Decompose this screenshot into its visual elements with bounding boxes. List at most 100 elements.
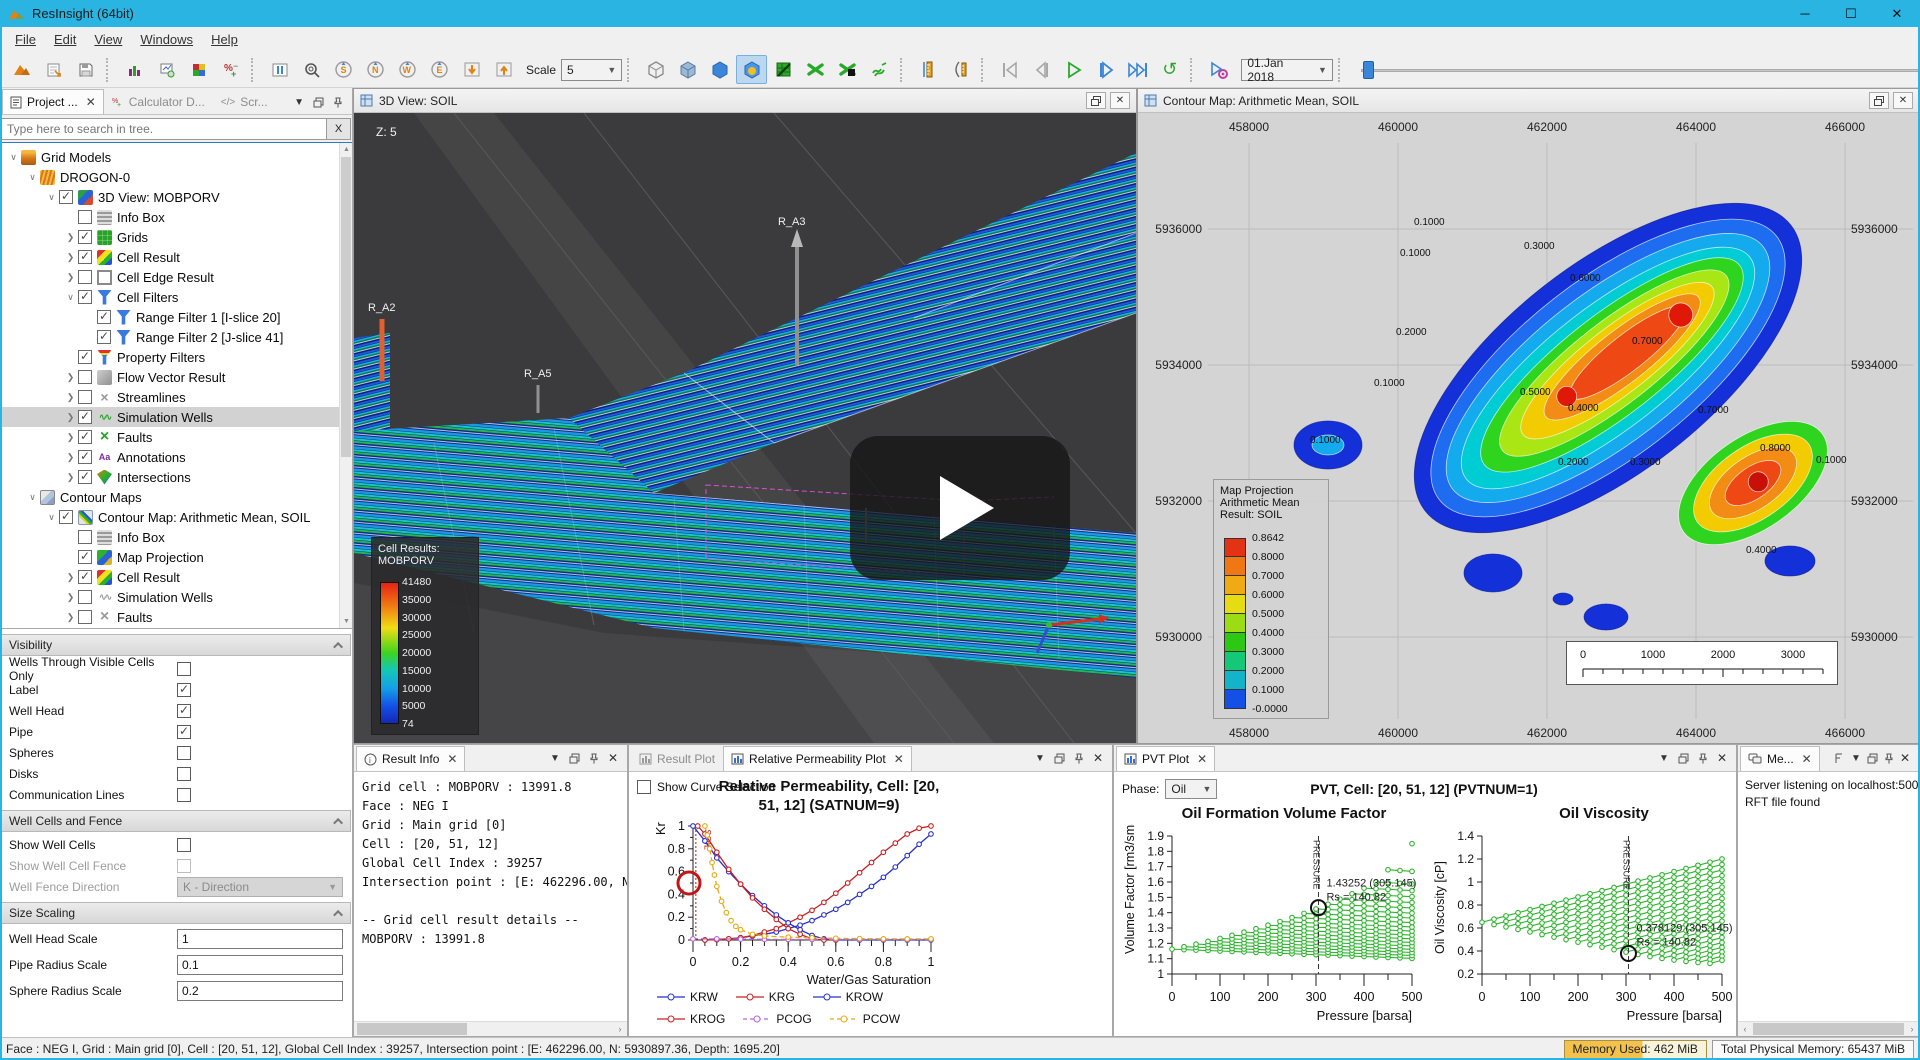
pin-icon[interactable] (1074, 753, 1084, 764)
result-info-hscrollbar[interactable]: › (354, 1021, 627, 1036)
close-tab-icon[interactable]: ✕ (447, 752, 457, 766)
tab-menu-icon[interactable]: ▼ (1851, 753, 1861, 764)
menu-windows[interactable]: Windows (131, 29, 202, 50)
tree-expander-icon[interactable]: ∨ (44, 512, 59, 523)
menu-help[interactable]: Help (202, 29, 247, 50)
tree-item[interactable]: ❯Cell Result (0, 567, 339, 587)
mesh-surface-button[interactable] (672, 55, 703, 84)
section-header[interactable]: Visibility (1, 634, 351, 656)
play-button[interactable] (1058, 55, 1089, 84)
view-south-button[interactable]: S (328, 55, 359, 84)
tree-item[interactable]: ❯Streamlines (0, 387, 339, 407)
tree-expander-icon[interactable]: ❯ (63, 412, 78, 423)
result-info-content[interactable]: Grid cell : MOBPORV : 13991.8 Face : NEG… (354, 772, 627, 1036)
scrollbar-thumb[interactable] (341, 157, 351, 457)
tree-expander-icon[interactable]: ❯ (63, 612, 78, 623)
tree-item[interactable]: ∨3D View: MOBPORV (0, 187, 339, 207)
faults-surface-button[interactable] (736, 55, 767, 84)
scroll-right-icon[interactable]: › (1905, 1022, 1919, 1036)
zoom-all-button[interactable] (296, 55, 327, 84)
view3d-title-bar[interactable]: 3D View: SOIL ✕ (354, 89, 1136, 113)
property-checkbox[interactable] (177, 704, 191, 718)
tree-item-checkbox[interactable] (97, 330, 111, 344)
restore-window-button[interactable] (1869, 92, 1889, 109)
tree-item[interactable]: ∨Contour Map: Arithmetic Mean, SOIL (0, 507, 339, 527)
close-panel-icon[interactable]: ✕ (608, 751, 618, 765)
tree-expander-icon[interactable]: ∨ (25, 172, 40, 183)
tree-expander-icon[interactable]: ❯ (63, 232, 78, 243)
tree-item-checkbox[interactable] (78, 270, 92, 284)
ruler-button[interactable] (913, 55, 944, 84)
close-panel-icon[interactable]: ✕ (1717, 751, 1727, 765)
view-up-button[interactable] (488, 55, 519, 84)
repeat-button[interactable]: ↺ (1154, 55, 1185, 84)
pin-icon[interactable] (1884, 753, 1894, 764)
legend-item-pcow[interactable]: PCOW (830, 1012, 900, 1026)
messages-hscrollbar[interactable]: ‹ › (1738, 1021, 1919, 1036)
tree-expander-icon[interactable]: ∨ (44, 192, 59, 203)
tree-item-checkbox[interactable] (78, 370, 92, 384)
property-checkbox[interactable] (177, 838, 191, 852)
close-window-button[interactable]: ✕ (1110, 92, 1130, 109)
tree-item-checkbox[interactable] (78, 530, 92, 544)
curve-measure-button[interactable] (945, 55, 976, 84)
tree-expander-icon[interactable]: ∨ (6, 152, 21, 163)
float-panel-icon[interactable] (313, 97, 324, 108)
step-back-button[interactable] (1026, 55, 1057, 84)
property-input[interactable]: 0.1 (177, 955, 343, 975)
tree-expander-icon[interactable]: ❯ (63, 252, 78, 263)
surface-only-button[interactable] (704, 55, 735, 84)
pin-icon[interactable] (589, 753, 599, 764)
legend-item-pcog[interactable]: PCOG (743, 1012, 811, 1026)
property-checkbox[interactable] (177, 767, 191, 781)
tree-item-checkbox[interactable] (78, 450, 92, 464)
scroll-right-icon[interactable]: › (613, 1022, 627, 1036)
scale-combobox[interactable]: 5▼ (561, 59, 622, 81)
tab-scripts[interactable]: </> Scr... (213, 89, 276, 114)
timestep-slider[interactable] (1361, 60, 1920, 80)
close-button[interactable]: ✕ (1874, 0, 1920, 27)
tree-item-checkbox[interactable] (78, 350, 92, 364)
skip-to-start-button[interactable] (994, 55, 1025, 84)
property-input[interactable]: 1 (177, 929, 343, 949)
tab-project-tree[interactable]: Project ...✕ (2, 89, 104, 114)
tree-item[interactable]: ❯Grids (0, 227, 339, 247)
tree-item[interactable]: Range Filter 2 [J-slice 41] (0, 327, 339, 347)
tree-item[interactable]: ❯Annotations (0, 447, 339, 467)
tree-item[interactable]: ❯Intersections (0, 467, 339, 487)
draw-wells-button[interactable] (864, 55, 895, 84)
tree-item-checkbox[interactable] (78, 250, 92, 264)
animation-settings-button[interactable] (1203, 55, 1234, 84)
tree-item[interactable]: ❯Simulation Wells (0, 587, 339, 607)
section-header[interactable]: Size Scaling (1, 902, 351, 924)
tab-pvt-plot[interactable]: PVT Plot✕ (1116, 746, 1215, 771)
tree-item-checkbox[interactable] (78, 610, 92, 624)
contour-viewport[interactable]: 0.10000.10000.30000.60000.20000.70000.10… (1138, 113, 1919, 743)
slider-handle[interactable] (1363, 61, 1374, 79)
tree-expander-icon[interactable]: ❯ (63, 432, 78, 443)
video-play-overlay[interactable] (850, 436, 1070, 580)
view-north-button[interactable]: N (360, 55, 391, 84)
tab-menu-icon[interactable]: ▼ (294, 97, 304, 108)
messages-content[interactable]: Server listening on localhost:50051RFT f… (1738, 772, 1919, 1036)
tab-result-plot[interactable]: Result Plot (631, 746, 723, 771)
collapse-chevron-icon[interactable] (333, 641, 343, 651)
open-case-button[interactable] (38, 55, 69, 84)
menu-view[interactable]: View (85, 29, 131, 50)
view-east-button[interactable]: E (424, 55, 455, 84)
tree-item[interactable]: Info Box (0, 527, 339, 547)
float-panel-icon[interactable] (1867, 753, 1878, 764)
tree-item[interactable]: Info Box (0, 207, 339, 227)
open-project-button[interactable] (6, 55, 37, 84)
scroll-left-icon[interactable]: ‹ (1738, 1022, 1752, 1036)
save-project-button[interactable] (70, 55, 101, 84)
mesh-only-button[interactable] (640, 55, 671, 84)
view-down-button[interactable] (456, 55, 487, 84)
show-curve-selection-checkbox[interactable] (637, 780, 651, 794)
tree-scrollbar[interactable]: ▲ ▼ (339, 143, 352, 628)
tree-item-checkbox[interactable] (78, 210, 92, 224)
timestep-combobox[interactable]: 01.Jan 2018▼ (1241, 59, 1333, 81)
geomech-faults-button[interactable] (768, 55, 799, 84)
property-checkbox[interactable] (177, 788, 191, 802)
tree-item[interactable]: Property Filters (0, 347, 339, 367)
